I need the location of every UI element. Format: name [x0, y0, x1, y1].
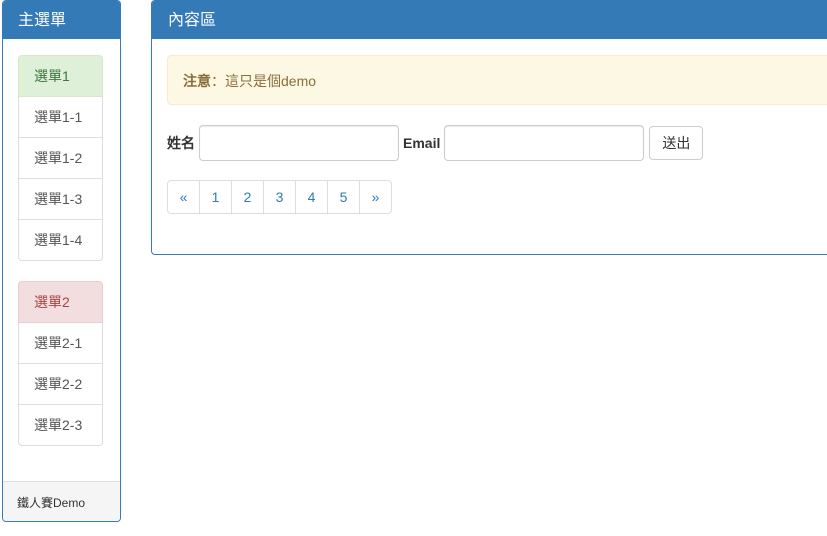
name-label: 姓名	[167, 135, 195, 151]
page-prev[interactable]: «	[167, 180, 200, 214]
email-input[interactable]	[444, 125, 645, 161]
menu-item-1-3[interactable]: 選單1-3	[18, 179, 103, 220]
menu-item-1-1[interactable]: 選單1-1	[18, 97, 103, 138]
alert-text: ：這只是個demo	[211, 73, 317, 89]
email-label: Email	[403, 135, 441, 151]
pagination: « 1 2 3 4 5 »	[167, 180, 392, 214]
page-3[interactable]: 3	[263, 180, 296, 214]
alert-strong-text: 注意	[183, 73, 211, 89]
sidebar-title: 主選單	[3, 1, 120, 39]
page-next[interactable]: »	[359, 180, 392, 214]
sidebar-footer: 鐵人賽Demo	[3, 481, 120, 521]
menu-item-2-1[interactable]: 選單2-1	[18, 323, 103, 364]
menu-item-1-2[interactable]: 選單1-2	[18, 138, 103, 179]
name-input[interactable]	[199, 125, 399, 161]
page-4[interactable]: 4	[295, 180, 328, 214]
menu-group-header-2[interactable]: 選單2	[18, 281, 103, 323]
menu-item-1-4[interactable]: 選單1-4	[18, 220, 103, 261]
warning-alert: 注意：這只是個demo	[167, 55, 827, 105]
menu-item-2-3[interactable]: 選單2-3	[18, 405, 103, 446]
page-2[interactable]: 2	[231, 180, 264, 214]
sidebar-panel: 主選單 選單1 選單1-1 選單1-2 選單1-3 選單1-4 選單2 選單2-…	[2, 0, 121, 522]
menu-group-2: 選單2 選單2-1 選單2-2 選單2-3	[18, 281, 103, 446]
menu-item-2-2[interactable]: 選單2-2	[18, 364, 103, 405]
page-5[interactable]: 5	[327, 180, 360, 214]
menu-group-header-1[interactable]: 選單1	[18, 55, 103, 97]
content-panel: 內容區 注意：這只是個demo 姓名 Email 送出 « 1 2 3 4 5 …	[151, 0, 827, 255]
submit-button[interactable]: 送出	[649, 126, 704, 160]
inline-form: 姓名 Email 送出	[167, 125, 704, 161]
menu-group-1: 選單1 選單1-1 選單1-2 選單1-3 選單1-4	[18, 55, 103, 261]
page-1[interactable]: 1	[199, 180, 232, 214]
content-title: 內容區	[152, 1, 827, 39]
